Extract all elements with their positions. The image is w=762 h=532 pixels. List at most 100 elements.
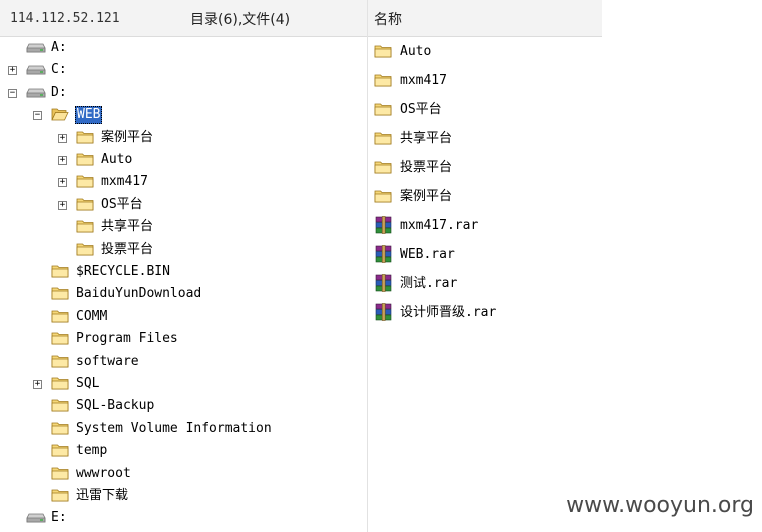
folder-icon [374,131,392,150]
tree-item-label: D: [51,84,67,100]
expand-toggle[interactable]: + [58,133,67,143]
file-name: 投票平台 [400,160,453,175]
tree-folder-item[interactable]: + 案例平台 [0,128,366,148]
tree-folder-item[interactable]: temp [0,441,366,461]
tree-folder-item[interactable]: 共享平台 [0,217,366,237]
file-list-archive[interactable]: mxm417.rar [370,215,602,237]
tree-folder-web[interactable]: − WEB [0,105,366,125]
tree-item-label: mxm417 [101,174,148,190]
file-list-folder[interactable]: 共享平台 [370,128,602,150]
column-divider[interactable] [367,0,368,532]
file-name: OS平台 [400,102,442,117]
file-list-folder[interactable]: 投票平台 [370,157,602,179]
expand-toggle[interactable]: + [33,380,42,389]
folder-icon [76,197,94,216]
file-list-folder[interactable]: OS平台 [370,99,602,121]
tree-folder-item[interactable]: + Auto [0,150,366,170]
folder-icon [374,160,392,179]
server-ip: 114.112.52.121 [10,11,120,26]
file-list-archive[interactable]: WEB.rar [370,244,602,266]
header-bar: 114.112.52.121 目录(6),文件(4) 名称 [0,0,602,37]
tree-item-label: COMM [76,308,108,324]
tree-folder-item[interactable]: + OS平台 [0,195,366,215]
folder-icon [51,354,69,373]
file-name: mxm417 [400,73,447,88]
tree-folder-item[interactable]: + SQL [0,374,366,394]
tree-folder-item[interactable]: Program Files [0,329,366,349]
item-count: 目录(6),文件(4) [190,12,291,28]
tree-folder-item[interactable]: SQL-Backup [0,396,366,416]
tree-folder-item[interactable]: BaiduYunDownload [0,284,366,304]
tree-drive-e[interactable]: E: [0,508,366,528]
folder-icon [51,264,69,283]
expand-toggle[interactable]: + [58,178,67,188]
folder-icon [374,44,392,63]
tree-item-label: 投票平台 [101,241,154,257]
folder-icon [76,174,94,193]
drive-icon [26,64,46,80]
folder-icon [76,130,94,149]
file-list-archive[interactable]: 设计师晋级.rar [370,302,602,324]
file-list: Auto mxm417 OS平台共享平台投票平台案例平台 mxm417.rar WEB.… [370,36,602,532]
tree-folder-item[interactable]: 投票平台 [0,240,366,260]
tree-item-label: OS平台 [101,196,143,212]
folder-icon [76,219,94,238]
tree-drive-c[interactable]: + C: [0,60,366,80]
tree-item-label: temp [76,443,108,459]
folder-icon [374,102,392,121]
file-name: 案例平台 [400,189,453,204]
tree-item-label: Program Files [76,331,178,347]
tree-folder-item[interactable]: System Volume Information [0,419,366,439]
file-list-archive[interactable]: 测试.rar [370,273,602,295]
folder-icon [51,331,69,350]
folder-icon [51,286,69,305]
tree-folder-item[interactable]: $RECYCLE.BIN [0,262,366,282]
folder-icon [51,488,69,507]
expand-toggle[interactable]: + [58,200,67,210]
tree-folder-item[interactable]: software [0,352,366,372]
folder-icon [374,189,392,208]
tree-drive-a[interactable]: A: [0,38,366,58]
file-list-folder[interactable]: mxm417 [370,70,602,92]
folder-icon [51,398,69,417]
file-list-folder[interactable]: Auto [370,41,602,63]
expand-toggle[interactable]: + [8,66,17,76]
drive-icon [26,42,46,58]
tree-item-label: A: [51,40,67,55]
tree-folder-item[interactable]: wwwroot [0,464,366,484]
tree-folder-item[interactable]: COMM [0,307,366,327]
tree-item-label: C: [51,62,67,78]
file-manager: 114.112.52.121 目录(6),文件(4) 名称 A: + C: − D: − W… [0,0,602,532]
folder-tree: A: + C: − D: − WEB + 案例平台 + Auto + mxm417 + OS平台共享平台投票… [0,36,366,532]
tree-item-label: WEB [75,106,103,125]
file-name: mxm417.rar [400,218,479,233]
watermark: www.wooyun.org [566,493,754,518]
folder-icon [76,152,94,171]
collapse-toggle[interactable]: − [33,111,42,121]
tree-drive-d[interactable]: − D: [0,83,366,103]
tree-item-label: Auto [101,152,133,167]
rar-archive-icon [374,215,394,239]
folder-icon [51,421,69,440]
tree-folder-item[interactable]: 迅雷下载 [0,486,366,506]
name-column-header[interactable]: 名称 [374,9,402,29]
rar-archive-icon [374,244,394,268]
tree-item-label: wwwroot [76,465,131,481]
folder-open-icon [51,107,69,126]
tree-item-label: SQL-Backup [76,398,155,414]
collapse-toggle[interactable]: − [8,88,17,98]
tree-item-label: BaiduYunDownload [76,286,202,302]
file-name: Auto [400,44,432,59]
tree-item-label: System Volume Information [76,420,272,436]
file-list-folder[interactable]: 案例平台 [370,186,602,208]
folder-icon [76,242,94,261]
folder-icon [51,376,69,395]
tree-item-label: SQL [76,376,100,391]
rar-archive-icon [374,302,394,326]
tree-folder-item[interactable]: + mxm417 [0,172,366,192]
folder-icon [374,73,392,92]
expand-toggle[interactable]: + [58,156,67,165]
tree-item-label: E: [51,510,67,526]
folder-icon [51,443,69,462]
tree-item-label: 案例平台 [101,129,154,145]
